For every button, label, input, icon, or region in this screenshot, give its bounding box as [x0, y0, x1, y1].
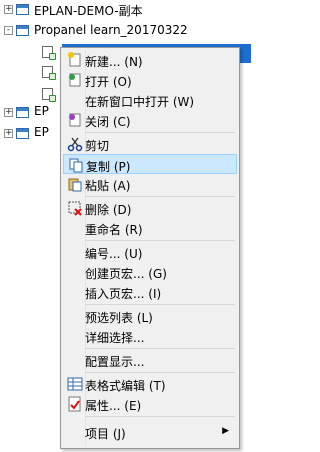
menu-item-cut[interactable]: 剪切 [63, 134, 237, 154]
menu-item-label: 详细选择... [85, 331, 145, 345]
submenu-arrow-icon: ▶ [222, 426, 229, 436]
menu-item-close[interactable]: 关闭 (C) [63, 110, 237, 130]
menu-item-properties[interactable]: 属性... (E) [63, 394, 237, 414]
menu-item-copy[interactable]: 复制 (P) [63, 154, 237, 174]
delete-icon [68, 201, 82, 216]
collapse-toggle[interactable]: - [4, 26, 13, 35]
menu-item-label: 关闭 (C) [85, 115, 131, 129]
project-icon [16, 107, 29, 118]
menu-item-label: 预选列表 (L) [85, 311, 153, 325]
project-icon [16, 128, 29, 139]
menu-item-table-edit[interactable]: 表格式编辑 (T) [63, 374, 237, 394]
menu-separator [85, 416, 235, 417]
tree-item-label[interactable]: EPLAN-DEMO-副本 [34, 2, 143, 19]
menu-separator [85, 304, 235, 305]
menu-separator [85, 372, 235, 373]
menu-item-label: 插入页宏... (I) [85, 287, 162, 301]
menu-item-delete[interactable]: 删除 (D) [63, 198, 237, 218]
project-icon [16, 25, 29, 36]
menu-item-detail-selection[interactable]: 详细选择... [63, 326, 237, 346]
menu-item-label: 打开 (O) [85, 75, 132, 89]
menu-item-label: 删除 (D) [85, 203, 132, 217]
menu-item-preselection-list[interactable]: 预选列表 (L) [63, 306, 237, 326]
menu-item-project[interactable]: 项目 (J) ▶ [63, 422, 237, 442]
menu-item-label: 编号... (U) [85, 247, 143, 261]
page-icon [42, 66, 56, 80]
new-icon [68, 52, 81, 67]
menu-separator [85, 348, 235, 349]
page-icon [42, 46, 56, 60]
menu-item-create-page-macro[interactable]: 创建页宏... (G) [63, 262, 237, 282]
menu-separator [85, 132, 235, 133]
menu-item-label: 属性... (E) [85, 399, 142, 413]
context-menu: 新建... (N) 打开 (O) 在新窗口中打开 (W) 关闭 (C) 剪切 复… [60, 47, 240, 449]
menu-item-label: 粘贴 (A) [85, 179, 131, 193]
expand-toggle[interactable]: + [4, 5, 13, 14]
menu-item-label: 配置显示... [85, 355, 145, 369]
menu-item-open[interactable]: 打开 (O) [63, 70, 237, 90]
menu-item-label: 剪切 [85, 139, 110, 153]
project-icon [16, 4, 29, 15]
menu-item-insert-page-macro[interactable]: 插入页宏... (I) [63, 282, 237, 302]
table-icon [67, 377, 83, 391]
copy-icon [69, 158, 83, 173]
scissors-icon [67, 137, 83, 152]
tree-item-label[interactable]: EP [34, 104, 49, 118]
menu-item-configure-display[interactable]: 配置显示... [63, 350, 237, 370]
page-icon [42, 88, 56, 102]
open-icon [69, 73, 81, 87]
menu-item-paste[interactable]: 粘贴 (A) [63, 174, 237, 194]
paste-icon [68, 178, 82, 192]
expand-toggle[interactable]: + [4, 108, 13, 117]
menu-separator [85, 240, 235, 241]
menu-item-label: 项目 (J) [85, 427, 126, 441]
menu-item-label: 新建... (N) [85, 55, 143, 69]
menu-item-label: 在新窗口中打开 (W) [85, 95, 195, 109]
menu-item-label: 复制 (P) [86, 160, 131, 174]
expand-toggle[interactable]: + [4, 129, 13, 138]
menu-item-numbering[interactable]: 编号... (U) [63, 242, 237, 262]
tree-item-label[interactable]: EP [34, 125, 49, 139]
tree-item-label[interactable]: Propanel learn_20170322 [34, 23, 188, 37]
menu-separator [85, 196, 235, 197]
close-icon [69, 113, 81, 127]
menu-item-label: 重命名 (R) [85, 223, 143, 237]
properties-icon [68, 396, 81, 412]
menu-item-label: 创建页宏... (G) [85, 267, 167, 281]
menu-item-label: 表格式编辑 (T) [85, 379, 166, 393]
menu-item-rename[interactable]: 重命名 (R) [63, 218, 237, 238]
menu-item-open-new-window[interactable]: 在新窗口中打开 (W) [63, 90, 237, 110]
menu-item-new[interactable]: 新建... (N) [63, 50, 237, 70]
